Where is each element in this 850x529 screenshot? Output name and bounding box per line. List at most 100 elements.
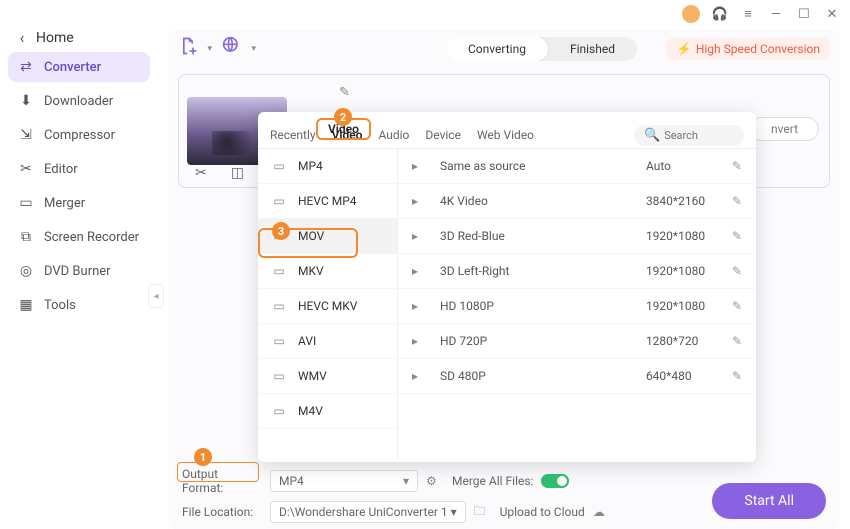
chevron-down-icon: ▾ [207, 44, 212, 54]
back-button[interactable]: ‹ [8, 28, 36, 47]
sidebar-item-merger[interactable]: ▭ Merger [8, 188, 150, 218]
format-item-avi[interactable]: ▭AVI [258, 324, 397, 359]
crop-icon[interactable]: ◫ [231, 165, 244, 181]
resolution-item[interactable]: ▸ HD 720P1280*720✎ [398, 324, 756, 359]
format-label: MP4 [298, 159, 323, 173]
format-label: AVI [298, 334, 316, 348]
settings-icon[interactable]: ⚙ [426, 474, 444, 488]
avatar-icon[interactable] [682, 5, 700, 23]
sidebar-item-tools[interactable]: ▦ Tools [8, 290, 150, 320]
edit-preset-icon[interactable]: ✎ [732, 369, 742, 383]
search-input[interactable] [664, 129, 736, 142]
add-url-button[interactable]: ▾ [222, 36, 248, 62]
format-label: HEVC MP4 [298, 194, 357, 208]
format-icon: ▭ [270, 264, 288, 278]
file-location-label: File Location: [182, 505, 262, 519]
format-item-mp4[interactable]: ▭ MP4 [258, 149, 397, 184]
resolution-name: HD 1080P [440, 299, 646, 313]
breadcrumb-home[interactable]: Home [36, 30, 74, 46]
tab-device[interactable]: Device [425, 122, 461, 148]
play-icon: ▸ [412, 299, 430, 313]
sidebar-collapse-button[interactable]: ◂ [148, 284, 164, 308]
edit-preset-icon[interactable]: ✎ [732, 334, 742, 348]
merge-toggle[interactable] [541, 474, 569, 488]
format-item-m4v[interactable]: ▭M4V [258, 394, 397, 429]
sidebar-item-downloader[interactable]: ⬇ Downloader [8, 86, 150, 116]
resolution-name: HD 720P [440, 334, 646, 348]
format-icon: ▭ [270, 159, 288, 173]
minimize-icon[interactable]: — [768, 6, 784, 22]
resolution-item[interactable]: ▸4K Video3840*2160✎ [398, 184, 756, 219]
add-file-button[interactable]: ▾ [178, 36, 204, 62]
resolution-name: 4K Video [440, 194, 646, 208]
search-box[interactable]: 🔍 [634, 125, 744, 146]
format-item-hevc-mp4[interactable]: ▭HEVC MP4 [258, 184, 397, 219]
edit-preset-icon[interactable]: ✎ [732, 299, 742, 313]
search-icon: 🔍 [644, 128, 660, 143]
sidebar-item-label: DVD Burner [44, 264, 111, 279]
play-icon: ▸ [412, 334, 430, 348]
high-speed-badge[interactable]: ⚡ High Speed Conversion [667, 38, 830, 60]
output-format-select[interactable]: MP4 ▾ [270, 470, 418, 492]
support-icon[interactable]: 🎧 [712, 6, 728, 22]
format-item-hevc-mkv[interactable]: ▭HEVC MKV [258, 289, 397, 324]
format-icon: ▭ [270, 299, 288, 313]
format-popup: Recently Video Audio Device Web Video 🔍 … [258, 112, 756, 462]
sidebar-item-editor[interactable]: ✂ Editor [8, 154, 150, 184]
annotation-badge-1: 1 [194, 448, 212, 466]
resolution-dim: 1280*720 [646, 334, 732, 348]
sidebar: ⇄ Converter ⬇ Downloader ⇲ Compressor ✂ … [0, 52, 158, 324]
resolution-item[interactable]: ▸SD 480P640*480✎ [398, 359, 756, 394]
format-list: ▭MP4▭HEVC MP4▭MOV▭MKV▭HEVC MKV▭AVI▭WMV▭M… [258, 149, 398, 459]
disc-icon: ◎ [18, 263, 34, 279]
resolution-item[interactable]: ▸ HD 1080P1920*1080✎ [398, 289, 756, 324]
resolution-item[interactable]: ▸3D Red-Blue1920*1080✎ [398, 219, 756, 254]
sidebar-item-converter[interactable]: ⇄ Converter [8, 52, 150, 82]
converting-toggle[interactable]: Converting Finished [446, 37, 637, 61]
tab-webvideo[interactable]: Web Video [477, 122, 534, 148]
format-label: WMV [298, 369, 327, 383]
play-icon: ▸ [412, 229, 430, 243]
format-icon: ▭ [270, 369, 288, 383]
tab-converting[interactable]: Converting [446, 37, 548, 61]
merge-icon: ▭ [18, 195, 34, 211]
sidebar-item-label: Screen Recorder [44, 230, 139, 245]
tab-recently[interactable]: Recently [270, 122, 316, 148]
resolution-dim: 1920*1080 [646, 264, 732, 278]
sidebar-item-dvd[interactable]: ◎ DVD Burner [8, 256, 150, 286]
start-all-button[interactable]: Start All [712, 483, 826, 519]
edit-preset-icon[interactable]: ✎ [732, 194, 742, 208]
format-item-mkv[interactable]: ▭MKV [258, 254, 397, 289]
folder-icon[interactable]: 🗀 [474, 502, 492, 523]
sidebar-item-label: Compressor [44, 128, 115, 143]
close-icon[interactable]: ✕ [824, 6, 840, 22]
edit-metadata-icon[interactable]: ✎ [339, 85, 350, 100]
tab-audio[interactable]: Audio [378, 122, 409, 148]
tab-finished[interactable]: Finished [548, 37, 637, 61]
upload-label: Upload to Cloud [500, 505, 585, 519]
edit-preset-icon[interactable]: ✎ [732, 264, 742, 278]
output-format-label: Output Format: [182, 467, 262, 495]
format-item-wmv[interactable]: ▭ WMV [258, 359, 397, 394]
file-location-select[interactable]: D:\Wondershare UniConverter 1 ▾ [270, 501, 466, 523]
annotation-badge-3: 3 [272, 222, 290, 240]
resolution-dim: 3840*2160 [646, 194, 732, 208]
convert-button[interactable]: nvert [750, 117, 819, 141]
sidebar-item-compressor[interactable]: ⇲ Compressor [8, 120, 150, 150]
edit-preset-icon[interactable]: ✎ [732, 229, 742, 243]
cloud-icon[interactable]: ☁ [593, 505, 611, 519]
resolution-item[interactable]: ▸Same as sourceAuto✎ [398, 149, 756, 184]
edit-preset-icon[interactable]: ✎ [732, 159, 742, 173]
maximize-icon[interactable]: ☐ [796, 6, 812, 22]
sidebar-item-recorder[interactable]: ⧉ Screen Recorder [8, 222, 150, 252]
format-icon: ▭ [270, 404, 288, 418]
swap-icon: ⇄ [18, 59, 34, 75]
merge-label: Merge All Files: [452, 474, 533, 488]
download-icon: ⬇ [18, 93, 34, 109]
resolution-item[interactable]: ▸3D Left-Right1920*1080✎ [398, 254, 756, 289]
menu-icon[interactable]: ≡ [740, 6, 756, 22]
resolution-dim: 1920*1080 [646, 299, 732, 313]
format-label: MOV [298, 229, 324, 243]
trim-icon[interactable]: ✂ [195, 165, 207, 181]
grid-icon: ▦ [18, 297, 34, 313]
